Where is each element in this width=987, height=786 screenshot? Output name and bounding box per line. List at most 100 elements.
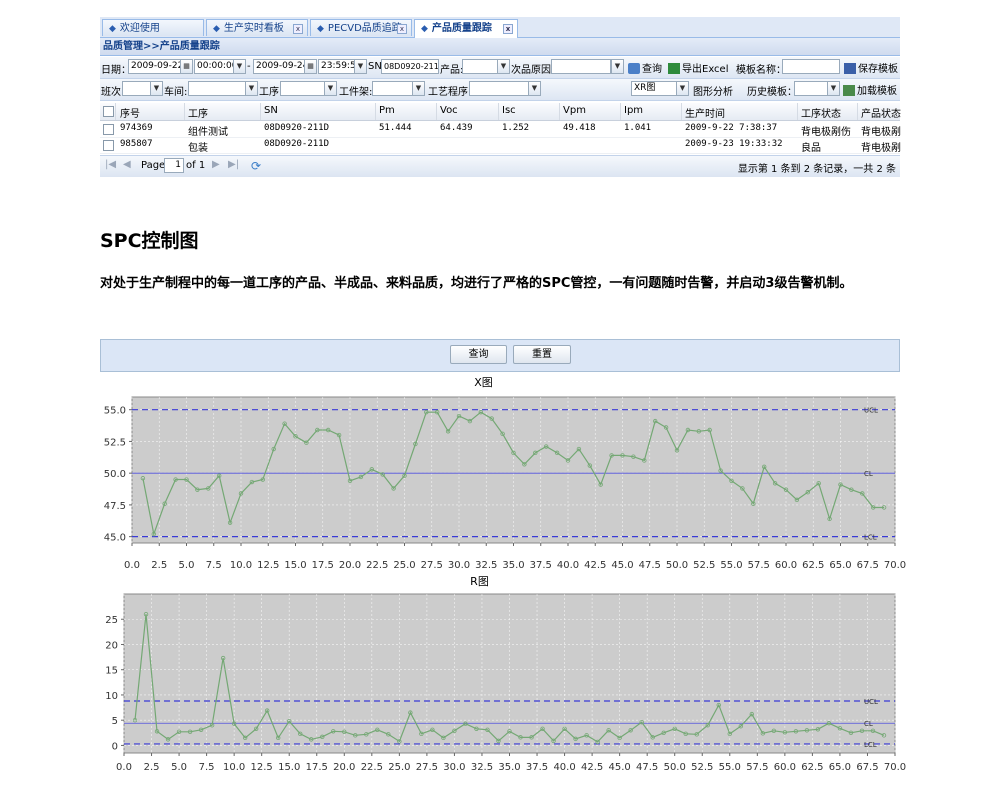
y-tick-label: 52.5 (104, 437, 126, 448)
chart-x: X图 0.0 2.5 5.0 7.5 10.0 12.5 15.0 17.5 20.0 22.5 25… (104, 376, 906, 571)
page-number-input[interactable]: 1 (164, 158, 184, 173)
column-header[interactable]: 工序 (188, 105, 208, 120)
column-header[interactable]: 序号 (120, 105, 140, 120)
record-summary: 显示第 1 条到 2 条记录，一共 2 条 (737, 164, 896, 175)
chevron-down-icon[interactable]: ▼ (676, 81, 689, 96)
calendar-icon[interactable]: ▦ (304, 59, 317, 74)
refresh-icon[interactable]: ⟳ (251, 159, 261, 173)
table-row[interactable]: 974369 组件测试 08D0920-211D 51.444 64.439 1… (100, 121, 901, 138)
select-all-checkbox[interactable] (103, 106, 114, 117)
table-cell: 64.439 (440, 123, 473, 133)
tab-product-quality[interactable]: ◆ 产品质量跟踪 x (414, 19, 518, 38)
query-button[interactable]: 查询 (628, 60, 662, 75)
save-icon (844, 63, 856, 74)
last-page-icon[interactable]: ▶| (228, 159, 239, 170)
column-header[interactable]: 生产时间 (685, 105, 725, 120)
save-template-button[interactable]: 保存模板 (844, 60, 898, 75)
x-tick-label: 70.0 (884, 560, 906, 571)
chevron-down-icon[interactable]: ▼ (528, 81, 541, 96)
date-from-field[interactable]: 2009-09-22 (128, 59, 188, 74)
diamond-icon: ◆ (213, 24, 220, 34)
x-tick-label: 17.5 (312, 560, 334, 571)
chevron-down-icon[interactable]: ▼ (324, 81, 337, 96)
close-icon[interactable]: x (397, 24, 407, 34)
x-tick-label: 67.5 (856, 762, 878, 773)
procedure-select[interactable] (469, 81, 529, 96)
save-template-label: 保存模板 (858, 64, 898, 75)
rack-select[interactable] (372, 81, 414, 96)
chevron-down-icon[interactable]: ▼ (611, 59, 624, 74)
column-header[interactable]: 工序状态 (801, 105, 841, 120)
x-tick-label: 65.0 (829, 762, 851, 773)
x-tick-label: 47.5 (639, 560, 661, 571)
filter-toolbar-1: 日期： 2009-09-22 ▦ 00:00:00 ▼ - 2009-09-24… (100, 57, 900, 79)
first-page-icon[interactable]: |◀ (105, 159, 116, 170)
export-excel-label: 导出Excel (682, 64, 729, 75)
x-tick-label: 57.5 (746, 762, 768, 773)
chevron-down-icon[interactable]: ▼ (150, 81, 163, 96)
x-tick-label: 62.5 (801, 762, 823, 773)
control-line-label: UCL (864, 698, 878, 706)
column-header[interactable]: 产品状态 (861, 105, 901, 120)
chevron-down-icon[interactable]: ▼ (412, 81, 425, 96)
chevron-down-icon[interactable]: ▼ (827, 81, 840, 96)
column-header[interactable]: Pm (379, 105, 395, 116)
table-row[interactable]: 985807 包装 08D0920-211D 2009-9-23 19:33:3… (100, 137, 901, 154)
x-tick-label: 37.5 (526, 762, 548, 773)
page-label: Page (141, 160, 166, 171)
tab-pecvd[interactable]: ◆ PECVD品质追踪 x (310, 19, 412, 36)
export-excel-button[interactable]: 导出Excel (668, 60, 729, 75)
x-tick-label: 52.5 (691, 762, 713, 773)
tab-label: 生产实时看板 (223, 23, 284, 34)
search-icon (628, 63, 640, 74)
workshop-select[interactable] (188, 81, 248, 96)
calendar-icon[interactable]: ▦ (180, 59, 193, 74)
table-cell: 包装 (188, 143, 208, 154)
close-icon[interactable]: x (293, 24, 303, 34)
tab-label: 欢迎使用 (119, 23, 160, 34)
procedure-label: 工艺程序: (428, 87, 472, 98)
x-tick-label: 45.0 (611, 560, 633, 571)
table-cell: 51.444 (379, 123, 412, 133)
table-cell: 1.041 (624, 123, 652, 133)
control-line-label: LCL (864, 741, 877, 749)
template-name-label: 模板名称： (736, 65, 786, 76)
column-header[interactable]: SN (264, 105, 278, 116)
sn-field[interactable]: 08D0920-211D (381, 59, 439, 74)
y-tick-label: 50.0 (104, 469, 126, 480)
pagination-bar: |◀ ◀ Page 1 of 1 ▶ ▶| ⟳ 显示第 1 条到 2 条记录，一… (100, 155, 900, 177)
x-tick-label: 40.0 (553, 762, 575, 773)
chart-reset-button[interactable]: 重置 (513, 345, 571, 364)
chart-query-button[interactable]: 查询 (450, 345, 507, 364)
chevron-down-icon[interactable]: ▼ (497, 59, 510, 74)
tab-welcome[interactable]: ◆ 欢迎使用 (102, 19, 204, 36)
x-tick-label: 37.5 (530, 560, 552, 571)
load-template-button[interactable]: 加载模板 (843, 82, 897, 97)
column-header[interactable]: Voc (440, 105, 458, 116)
close-icon[interactable]: x (503, 24, 513, 34)
chevron-down-icon[interactable]: ▼ (245, 81, 258, 96)
shift-select[interactable] (122, 81, 152, 96)
tab-realtime-board[interactable]: ◆ 生产实时看板 x (206, 19, 308, 36)
chevron-down-icon[interactable]: ▼ (233, 59, 246, 74)
row-checkbox[interactable] (103, 140, 114, 151)
table-cell: 良品 (801, 143, 821, 154)
chart-type-select[interactable]: XR图 (631, 81, 677, 96)
control-line-label: CL (864, 720, 873, 728)
product-select[interactable] (462, 59, 498, 74)
chevron-down-icon[interactable]: ▼ (354, 59, 367, 74)
row-checkbox[interactable] (103, 124, 114, 135)
defect-reason-select[interactable] (551, 59, 611, 74)
template-name-input[interactable] (782, 59, 840, 74)
x-tick-label: 7.5 (199, 762, 215, 773)
next-page-icon[interactable]: ▶ (212, 159, 220, 170)
x-tick-label: 5.0 (171, 762, 187, 773)
prev-page-icon[interactable]: ◀ (123, 159, 131, 170)
column-header[interactable]: Vpm (563, 105, 586, 116)
history-template-select[interactable] (794, 81, 830, 96)
column-header[interactable]: Ipm (624, 105, 643, 116)
process-select[interactable] (280, 81, 325, 96)
column-header[interactable]: Isc (502, 105, 516, 116)
x-tick-label: 40.0 (557, 560, 579, 571)
range-separator: - (247, 61, 251, 72)
